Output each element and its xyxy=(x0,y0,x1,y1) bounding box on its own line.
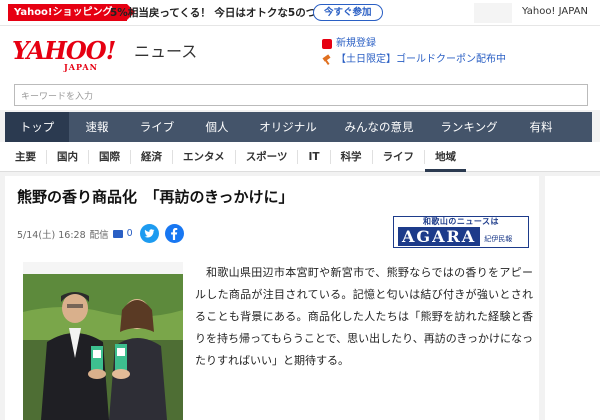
source-banner-top: 和歌山のニュースは xyxy=(422,217,500,226)
main-nav: トップ 速報 ライブ 個人 オリジナル みんなの意見 ランキング 有料 xyxy=(0,112,600,142)
yahoo-japan-link[interactable]: Yahoo! JAPAN xyxy=(522,6,588,17)
shopping-badge[interactable]: Yahoo!ショッピング xyxy=(8,4,134,21)
promo-placeholder xyxy=(474,3,512,23)
site-header: YAHOO! JAPAN ニュース 新規登録 【土日限定】ゴールドクーポン配布中… xyxy=(0,26,600,110)
gavel-icon xyxy=(322,55,332,65)
comment-count[interactable]: 0 xyxy=(127,228,133,239)
source-banner-logo: AGARA xyxy=(398,227,481,246)
yahoo-news-logo[interactable]: YAHOO! JAPAN ニュース xyxy=(12,36,197,72)
join-now-button[interactable]: 今すぐ参加 xyxy=(313,4,383,21)
header-links: 新規登録 【土日限定】ゴールドクーポン配布中 xyxy=(322,36,506,68)
nav-breaking[interactable]: 速報 xyxy=(69,112,125,142)
logo-japan: JAPAN xyxy=(64,62,98,72)
tab-main[interactable]: 主要 xyxy=(15,150,47,164)
category-nav: 主要 国内 国際 経済 エンタメ スポーツ IT 科学 ライフ 地域 xyxy=(0,142,600,172)
nav-live[interactable]: ライブ xyxy=(125,112,189,142)
logo-news-label: ニュース xyxy=(134,42,198,61)
tab-international[interactable]: 国際 xyxy=(89,150,131,164)
source-banner[interactable]: 和歌山のニュースは AGARA 紀伊民報 xyxy=(393,216,529,248)
nav-opinions[interactable]: みんなの意見 xyxy=(331,112,427,142)
tab-local[interactable]: 地域 xyxy=(425,150,467,172)
article-meta: 5/14(土) 16:28 配信 0 xyxy=(17,224,184,243)
tab-it[interactable]: IT xyxy=(298,150,331,164)
twitter-share-icon[interactable] xyxy=(139,224,159,243)
nav-ranking[interactable]: ランキング xyxy=(427,112,511,142)
article-title: 熊野の香り商品化 「再訪のきっかけに」 xyxy=(17,188,294,206)
article-distribution: 配信 xyxy=(89,229,109,241)
article-body: 和歌山県田辺市本宮町や新宮市で、熊野ならではの香りをアピールした商品が注目されて… xyxy=(195,266,533,367)
article-photo[interactable] xyxy=(23,262,183,420)
tab-economy[interactable]: 経済 xyxy=(131,150,173,164)
coupon-label: 【土日限定】ゴールドクーポン配布中 xyxy=(336,54,506,65)
tab-science[interactable]: 科学 xyxy=(331,150,373,164)
nav-original[interactable]: オリジナル xyxy=(245,112,331,142)
facebook-share-icon[interactable] xyxy=(164,224,184,243)
sidebar-area xyxy=(545,176,600,420)
nav-individual[interactable]: 個人 xyxy=(189,112,245,142)
promo-text[interactable]: 5%相当戻ってくる！ 今日はオトクな5のつく日 xyxy=(110,5,337,20)
registration-icon xyxy=(322,39,332,49)
nav-paid[interactable]: 有料 xyxy=(511,112,571,142)
logo-yahoo: YAHOO! xyxy=(12,36,116,65)
comment-icon[interactable] xyxy=(112,229,123,238)
register-label: 新規登録 xyxy=(336,38,376,49)
source-banner-sub: 紀伊民報 xyxy=(484,235,513,243)
article-container: 熊野の香り商品化 「再訪のきっかけに」 5/14(土) 16:28 配信 0 和… xyxy=(5,176,539,420)
search-input[interactable]: キーワードを入力 xyxy=(14,84,588,106)
coupon-link[interactable]: 【土日限定】ゴールドクーポン配布中 xyxy=(322,52,506,68)
article-date: 5/14(土) 16:28 xyxy=(17,229,86,241)
nav-top[interactable]: トップ xyxy=(5,112,69,142)
tab-life[interactable]: ライフ xyxy=(373,150,426,164)
tab-domestic[interactable]: 国内 xyxy=(47,150,89,164)
register-link[interactable]: 新規登録 xyxy=(322,36,506,52)
promo-bar: Yahoo!ショッピング 5%相当戻ってくる！ 今日はオトクな5のつく日 今すぐ… xyxy=(0,0,600,26)
tab-entertainment[interactable]: エンタメ xyxy=(173,150,236,164)
tab-sports[interactable]: スポーツ xyxy=(236,150,299,164)
